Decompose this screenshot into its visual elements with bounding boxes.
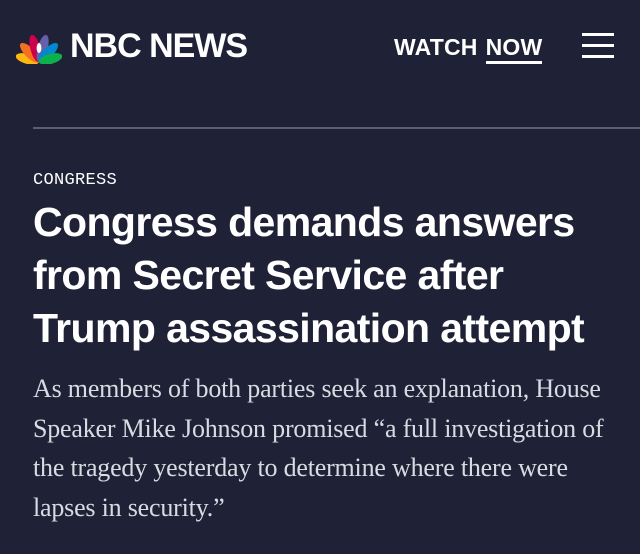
nbc-news-logo[interactable]: NBC NEWS: [16, 26, 248, 66]
header-divider: [33, 127, 640, 129]
category-label[interactable]: CONGRESS: [33, 170, 117, 192]
menu-line: [582, 33, 614, 36]
watch-label: WATCH: [394, 34, 478, 60]
nbc-peacock-icon: [16, 34, 62, 64]
article-headline: Congress demands answers from Secret Ser…: [33, 199, 585, 351]
article-dek: As members of both parties seek an expla…: [33, 374, 604, 522]
watch-now-link[interactable]: WATCH NOW: [394, 32, 543, 64]
hamburger-menu-icon[interactable]: [580, 30, 616, 62]
site-header: NBC NEWS WATCH NOW: [0, 0, 640, 96]
now-label: NOW: [485, 34, 543, 64]
logo-wordmark: NBC NEWS: [70, 27, 248, 65]
menu-line: [582, 44, 614, 47]
menu-line: [582, 55, 614, 58]
